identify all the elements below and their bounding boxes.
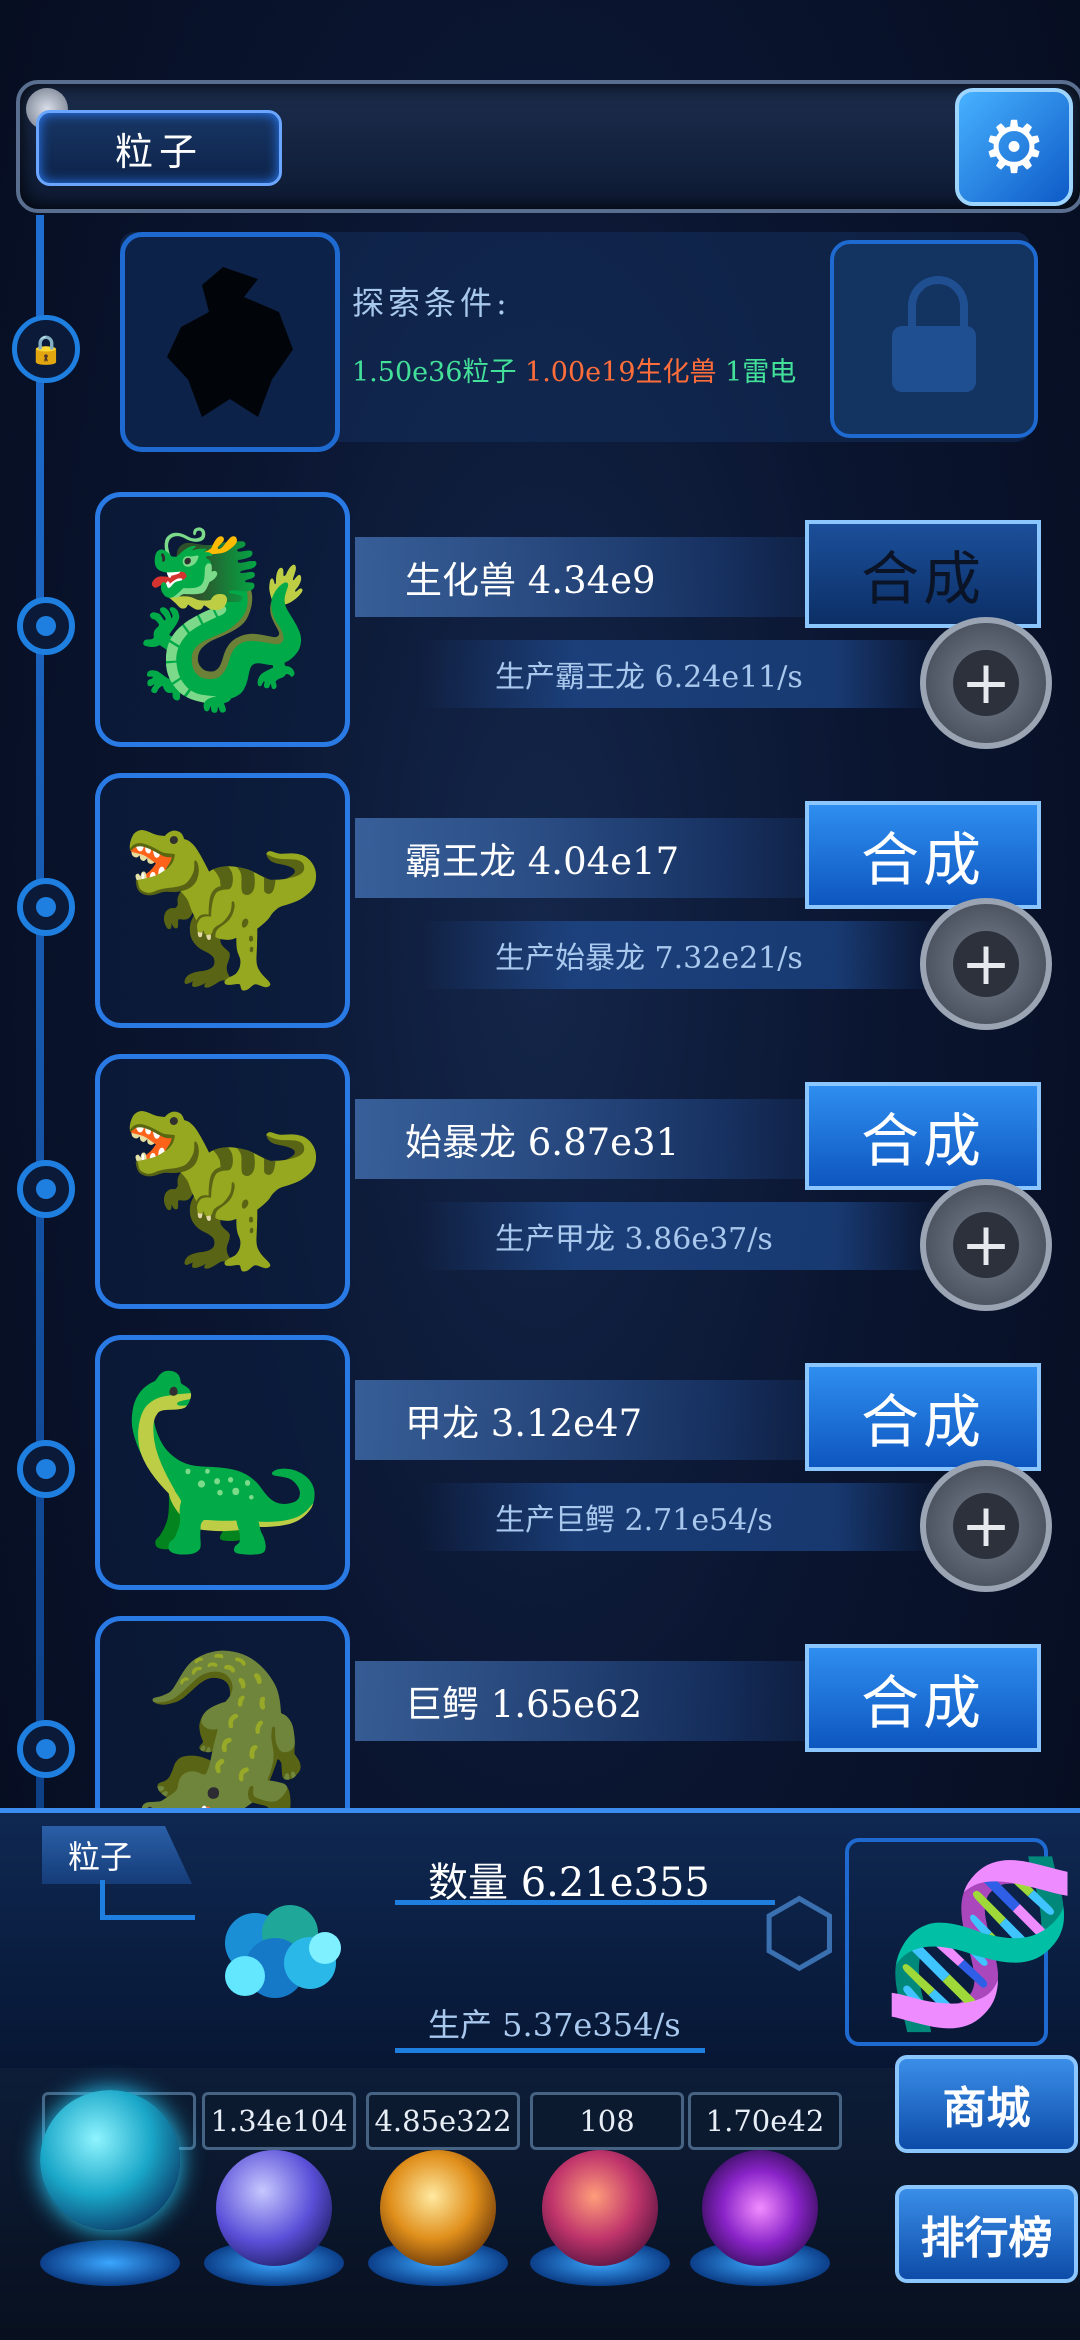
settings-button[interactable]: ⚙ <box>955 88 1073 206</box>
resource-count: 数量 6.21e355 <box>428 1860 710 1906</box>
creature-portrait[interactable]: 🐉 <box>95 492 350 747</box>
leaderboard-button[interactable]: 排行榜 <box>895 2185 1078 2283</box>
locked-portrait <box>120 232 340 452</box>
creature-name: 生化兽 4.34e9 <box>355 537 875 617</box>
merge-button[interactable]: 合成 <box>805 801 1041 909</box>
unlock-button[interactable] <box>830 240 1038 438</box>
crocodile-icon: 🐊 <box>116 1644 329 1843</box>
add-button[interactable]: + <box>920 898 1052 1030</box>
requirement-biobeast: 1.00e19生化兽 <box>525 357 717 388</box>
resource-value: 108 <box>530 2092 684 2150</box>
trex-icon: 🦖 <box>116 801 329 1000</box>
plus-icon: + <box>953 931 1019 997</box>
early-tyrant-icon: 🦖 <box>116 1082 329 1281</box>
creature-production: 生产始暴龙 7.32e21/s <box>420 921 940 989</box>
creature-portrait[interactable]: 🦖 <box>95 1054 350 1309</box>
ankylosaurus-icon: 🦕 <box>116 1363 329 1562</box>
merge-button[interactable]: 合成 <box>805 1082 1041 1190</box>
plus-icon: + <box>953 1212 1019 1278</box>
biobeast-dragon-icon: 🐉 <box>116 520 329 719</box>
creature-silhouette-icon <box>167 267 293 417</box>
creature-portrait[interactable]: 🦕 <box>95 1335 350 1590</box>
padlock-icon <box>892 276 976 392</box>
lock-node-icon: 🔒 <box>12 315 80 383</box>
condition-requirements: 1.50e36粒子 1.00e19生化兽 1雷电 <box>352 350 796 389</box>
add-button[interactable]: + <box>920 1460 1052 1592</box>
creature-row: 🦖 始暴龙 6.87e31 生产甲龙 3.86e37/s 合成 + <box>0 1054 1080 1334</box>
connector-line <box>395 2048 705 2053</box>
page-title: 粒子 <box>36 110 282 186</box>
creature-production: 生产甲龙 3.86e37/s <box>420 1202 940 1270</box>
creature-name: 霸王龙 4.04e17 <box>355 818 875 898</box>
particle-cluster-icon <box>225 1905 341 1998</box>
add-button[interactable]: + <box>920 617 1052 749</box>
creature-name: 巨鳄 1.65e62 <box>355 1661 875 1741</box>
requirement-thunder: 1雷电 <box>725 357 797 388</box>
merge-button[interactable]: 合成 <box>805 1363 1041 1471</box>
resource-value: 1.34e104 <box>202 2092 356 2150</box>
particle-orb-icon[interactable] <box>40 2090 180 2230</box>
fire-orb-icon[interactable] <box>380 2150 496 2266</box>
creature-row: 🐉 生化兽 4.34e9 生产霸王龙 6.24e11/s 合成 + <box>0 492 1080 772</box>
add-button[interactable]: + <box>920 1179 1052 1311</box>
creature-production: 生产霸王龙 6.24e11/s <box>420 640 940 708</box>
orb-pedestal <box>40 2240 180 2286</box>
merge-button[interactable]: 合成 <box>805 520 1041 628</box>
creature-name: 始暴龙 6.87e31 <box>355 1099 875 1179</box>
requirement-particles: 1.50e36粒子 <box>352 357 517 388</box>
brain-orb-icon[interactable] <box>542 2150 658 2266</box>
creature-portrait[interactable]: 🦖 <box>95 773 350 1028</box>
condition-title: 探索条件: <box>352 284 511 322</box>
dna-icon: 🧬 <box>880 1850 1080 2037</box>
plus-icon: + <box>953 1493 1019 1559</box>
creature-name: 甲龙 3.12e47 <box>355 1380 875 1460</box>
vortex-orb-icon[interactable] <box>702 2150 818 2266</box>
connector-line <box>100 1880 105 1920</box>
resource-production: 生产 5.37e354/s <box>428 2006 681 2044</box>
shop-button[interactable]: 商城 <box>895 2055 1078 2153</box>
connector-line <box>100 1915 195 1920</box>
gear-icon: ⚙ <box>981 105 1047 189</box>
molecule-icon: ⬡ <box>760 1880 839 1985</box>
lightning-orb-icon[interactable] <box>216 2150 332 2266</box>
creature-row: 🦕 甲龙 3.12e47 生产巨鳄 2.71e54/s 合成 + <box>0 1335 1080 1615</box>
plus-icon: + <box>953 650 1019 716</box>
merge-button[interactable]: 合成 <box>805 1644 1041 1752</box>
creature-production: 生产巨鳄 2.71e54/s <box>420 1483 940 1551</box>
resource-value: 4.85e322 <box>366 2092 520 2150</box>
creature-row: 🦖 霸王龙 4.04e17 生产始暴龙 7.32e21/s 合成 + <box>0 773 1080 1053</box>
resource-value: 1.70e42 <box>688 2092 842 2150</box>
